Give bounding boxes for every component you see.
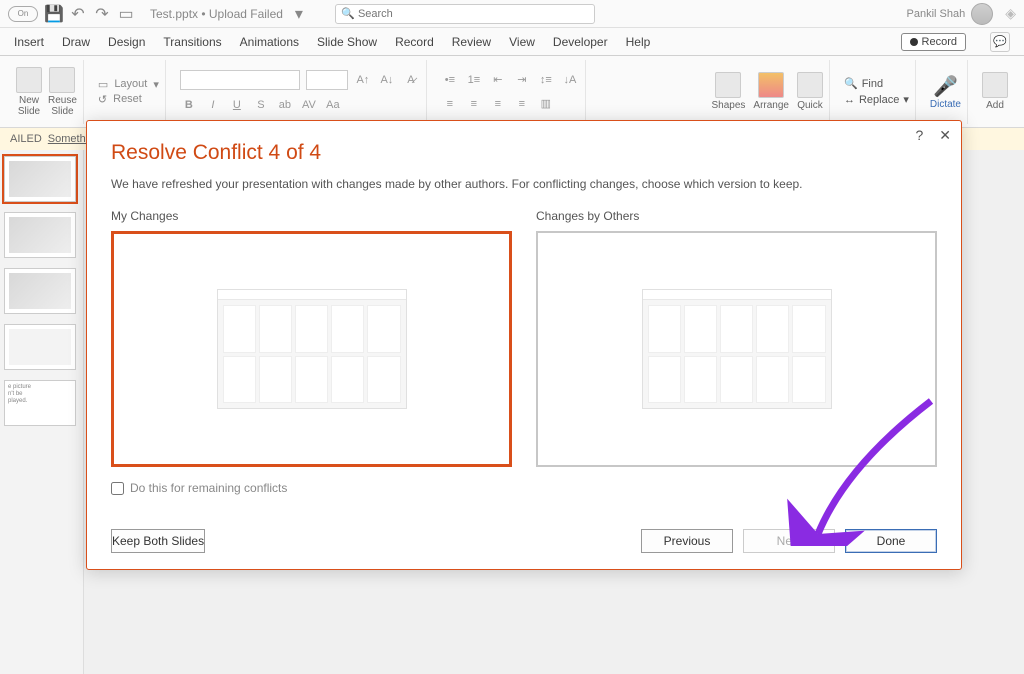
- line-spacing-icon[interactable]: ↕≡: [537, 71, 555, 89]
- search-icon: 🔍: [341, 7, 355, 20]
- addins-button[interactable]: Add: [982, 72, 1008, 111]
- layout-button[interactable]: ▭ Layout ▾: [98, 78, 159, 91]
- account-area[interactable]: Pankil Shah ◈: [907, 3, 1017, 25]
- start-show-icon[interactable]: ▭: [118, 6, 134, 22]
- reset-button[interactable]: ↺ Reset: [98, 93, 159, 106]
- next-button[interactable]: Next: [743, 529, 835, 553]
- reuse-slides-button[interactable]: Reuse Slide: [48, 67, 77, 117]
- tab-review[interactable]: Review: [452, 35, 491, 49]
- do-remaining-checkbox[interactable]: [111, 482, 124, 495]
- increase-font-icon[interactable]: A↑: [354, 71, 372, 89]
- tab-insert[interactable]: Insert: [14, 35, 44, 49]
- find-button[interactable]: 🔍 Find: [844, 77, 909, 90]
- tab-design[interactable]: Design: [108, 35, 145, 49]
- dictate-button[interactable]: 🎤Dictate: [930, 74, 961, 110]
- ribbon-tabs: Insert Draw Design Transitions Animation…: [0, 28, 1024, 56]
- arrange-button[interactable]: Arrange: [753, 72, 789, 111]
- dialog-subtitle: We have refreshed your presentation with…: [111, 177, 937, 191]
- underline-icon[interactable]: U: [228, 96, 246, 114]
- save-icon[interactable]: 💾: [46, 6, 62, 22]
- slide-thumbnail-1[interactable]: [4, 156, 76, 202]
- comments-button[interactable]: 💬: [990, 32, 1010, 52]
- tab-draw[interactable]: Draw: [62, 35, 90, 49]
- numbering-icon[interactable]: 1≡: [465, 71, 483, 89]
- strike-icon[interactable]: S: [252, 96, 270, 114]
- upload-failed-label: AILED: [10, 133, 42, 145]
- align-left-icon[interactable]: ≡: [441, 95, 459, 113]
- redo-icon[interactable]: ↷: [94, 6, 110, 22]
- slide-thumbnail-5[interactable]: e picture n't be played.: [4, 380, 76, 426]
- my-changes-preview[interactable]: [111, 231, 512, 467]
- resolve-conflict-dialog: ? ✕ Resolve Conflict 4 of 4 We have refr…: [86, 120, 962, 570]
- previous-button[interactable]: Previous: [641, 529, 733, 553]
- record-button[interactable]: Record: [901, 33, 966, 51]
- dialog-title: Resolve Conflict 4 of 4: [111, 141, 937, 165]
- username-label: Pankil Shah: [907, 8, 966, 20]
- shapes-button[interactable]: Shapes: [711, 72, 745, 111]
- text-direction-icon[interactable]: ↓A: [561, 71, 579, 89]
- autosave-toggle[interactable]: On: [8, 6, 38, 22]
- document-title: Test.pptx • Upload Failed: [150, 7, 283, 21]
- decrease-font-icon[interactable]: A↓: [378, 71, 396, 89]
- columns-icon[interactable]: ▥: [537, 95, 555, 113]
- spacing-icon[interactable]: AV: [300, 96, 318, 114]
- tab-animations[interactable]: Animations: [240, 35, 299, 49]
- do-remaining-label: Do this for remaining conflicts: [130, 481, 287, 495]
- title-dropdown-icon[interactable]: ▾: [291, 6, 307, 22]
- font-family-select[interactable]: [180, 70, 300, 90]
- justify-icon[interactable]: ≡: [513, 95, 531, 113]
- tab-slideshow[interactable]: Slide Show: [317, 35, 377, 49]
- my-changes-label: My Changes: [111, 209, 512, 223]
- tab-record[interactable]: Record: [395, 35, 434, 49]
- tab-help[interactable]: Help: [626, 35, 651, 49]
- shadow-icon[interactable]: ab: [276, 96, 294, 114]
- undo-icon[interactable]: ↶: [70, 6, 86, 22]
- font-size-select[interactable]: [306, 70, 348, 90]
- dialog-close-button[interactable]: ✕: [939, 127, 951, 144]
- quick-styles-button[interactable]: Quick: [797, 72, 823, 111]
- others-changes-label: Changes by Others: [536, 209, 937, 223]
- align-right-icon[interactable]: ≡: [489, 95, 507, 113]
- align-center-icon[interactable]: ≡: [465, 95, 483, 113]
- slide-thumbnail-4[interactable]: [4, 324, 76, 370]
- replace-button[interactable]: ↔ Replace ▾: [844, 93, 909, 106]
- premium-icon[interactable]: ◈: [1005, 5, 1016, 22]
- bold-icon[interactable]: B: [180, 96, 198, 114]
- indent-right-icon[interactable]: ⇥: [513, 71, 531, 89]
- others-changes-preview[interactable]: [536, 231, 937, 467]
- clear-format-icon[interactable]: A̷: [402, 71, 420, 89]
- case-icon[interactable]: Aa: [324, 96, 342, 114]
- ribbon-content: New Slide Reuse Slide ▭ Layout ▾ ↺ Reset…: [0, 56, 1024, 128]
- slide-thumbnail-3[interactable]: [4, 268, 76, 314]
- indent-left-icon[interactable]: ⇤: [489, 71, 507, 89]
- tab-developer[interactable]: Developer: [553, 35, 608, 49]
- search-box[interactable]: 🔍: [335, 4, 595, 24]
- tab-view[interactable]: View: [509, 35, 535, 49]
- mic-icon: 🎤: [933, 74, 958, 99]
- slide-thumbnails-panel: e picture n't be played.: [0, 150, 84, 674]
- done-button[interactable]: Done: [845, 529, 937, 553]
- tab-transitions[interactable]: Transitions: [163, 35, 221, 49]
- title-bar: On 💾 ↶ ↷ ▭ Test.pptx • Upload Failed ▾ 🔍…: [0, 0, 1024, 28]
- italic-icon[interactable]: I: [204, 96, 222, 114]
- record-dot-icon: [910, 38, 918, 46]
- new-slide-button[interactable]: New Slide: [16, 67, 42, 117]
- keep-both-button[interactable]: Keep Both Slides: [111, 529, 205, 553]
- slide-thumbnail-2[interactable]: [4, 212, 76, 258]
- avatar[interactable]: [971, 3, 993, 25]
- bullets-icon[interactable]: •≡: [441, 71, 459, 89]
- search-input[interactable]: [335, 4, 595, 24]
- dialog-help-button[interactable]: ?: [915, 127, 923, 144]
